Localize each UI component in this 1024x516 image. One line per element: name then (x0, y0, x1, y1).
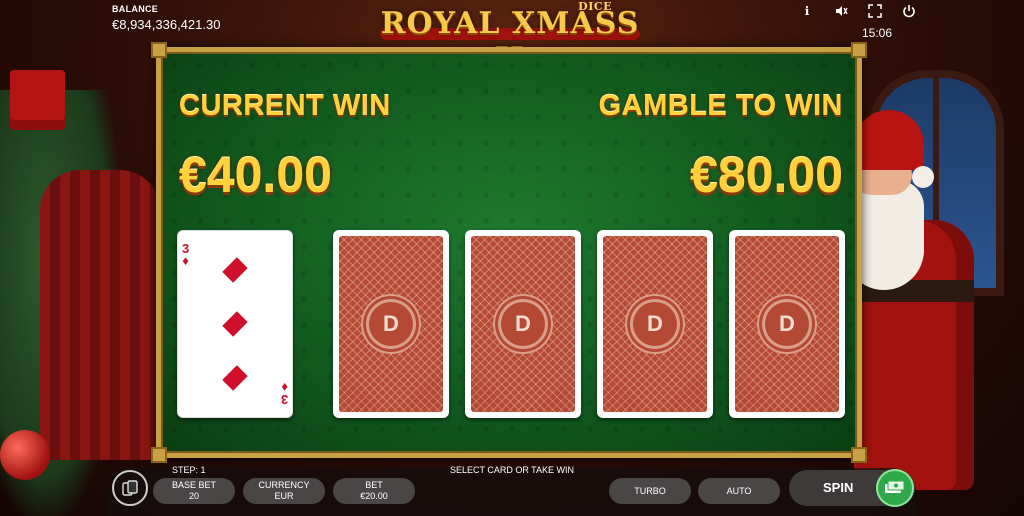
frame-corner (851, 42, 867, 58)
currency-label: CURRENCY (258, 480, 310, 490)
game-logo: ROYAL XMASS II DICE (360, 0, 660, 76)
auto-button[interactable]: AUTO (698, 478, 780, 504)
balance-label: BALANCE (112, 4, 159, 14)
diamond-pip (222, 365, 248, 391)
power-icon[interactable] (902, 4, 916, 18)
face-down-card-1[interactable] (333, 230, 449, 418)
diamond-pip (222, 311, 248, 337)
frame-corner (151, 447, 167, 463)
current-win-label: CURRENT WIN (179, 90, 391, 122)
bet-value: €20.00 (360, 491, 388, 501)
base-bet-label: BASE BET (171, 480, 216, 490)
gamble-to-win-label: GAMBLE TO WIN (598, 90, 843, 122)
curtain (40, 170, 160, 460)
gamble-to-win-amount: €80.00 (690, 147, 843, 203)
info-icon[interactable]: ℹ (800, 4, 814, 18)
card-back-emblem-icon (765, 302, 809, 346)
sound-icon[interactable] (834, 4, 848, 18)
gift-box (10, 70, 65, 130)
fullscreen-icon[interactable] (868, 4, 882, 18)
face-down-card-2[interactable] (465, 230, 581, 418)
frame-corner (851, 447, 867, 463)
dealer-card: 3 ♦ 3 ♦ (177, 230, 293, 418)
current-win-amount: €40.00 (179, 147, 332, 203)
balance-display: BALANCE €8,934,336,421.30 (112, 4, 220, 32)
take-win-icon[interactable] (876, 469, 914, 507)
face-down-card-3[interactable] (597, 230, 713, 418)
bet-display: BET €20.00 (333, 478, 415, 504)
santa-figure (844, 110, 984, 490)
diamond-pip (222, 257, 248, 283)
base-bet-display: BASE BET 20 (153, 478, 235, 504)
frame-corner (151, 42, 167, 58)
bet-label: BET (365, 480, 383, 490)
spin-label: SPIN (823, 480, 854, 495)
currency-display: CURRENCY EUR (243, 478, 325, 504)
card-back-emblem-icon (369, 302, 413, 346)
balance-value: €8,934,336,421.30 (112, 17, 221, 32)
gamble-card-button[interactable] (112, 470, 148, 506)
base-bet-value: 20 (188, 491, 199, 501)
turbo-button[interactable]: TURBO (609, 478, 691, 504)
card-rank-corner: 3 ♦ (182, 241, 190, 268)
currency-value: EUR (274, 491, 294, 501)
gamble-panel: CURRENT WIN GAMBLE TO WIN €40.00 €80.00 … (151, 42, 867, 463)
top-controls: ℹ (800, 4, 916, 18)
face-down-card-4[interactable] (729, 230, 845, 418)
logo-dice-text: DICE (578, 0, 612, 13)
card-back-emblem-icon (633, 302, 677, 346)
clock: 15:06 (861, 26, 892, 40)
card-rank-corner: 3 ♦ (280, 380, 288, 407)
card-back-emblem-icon (501, 302, 545, 346)
